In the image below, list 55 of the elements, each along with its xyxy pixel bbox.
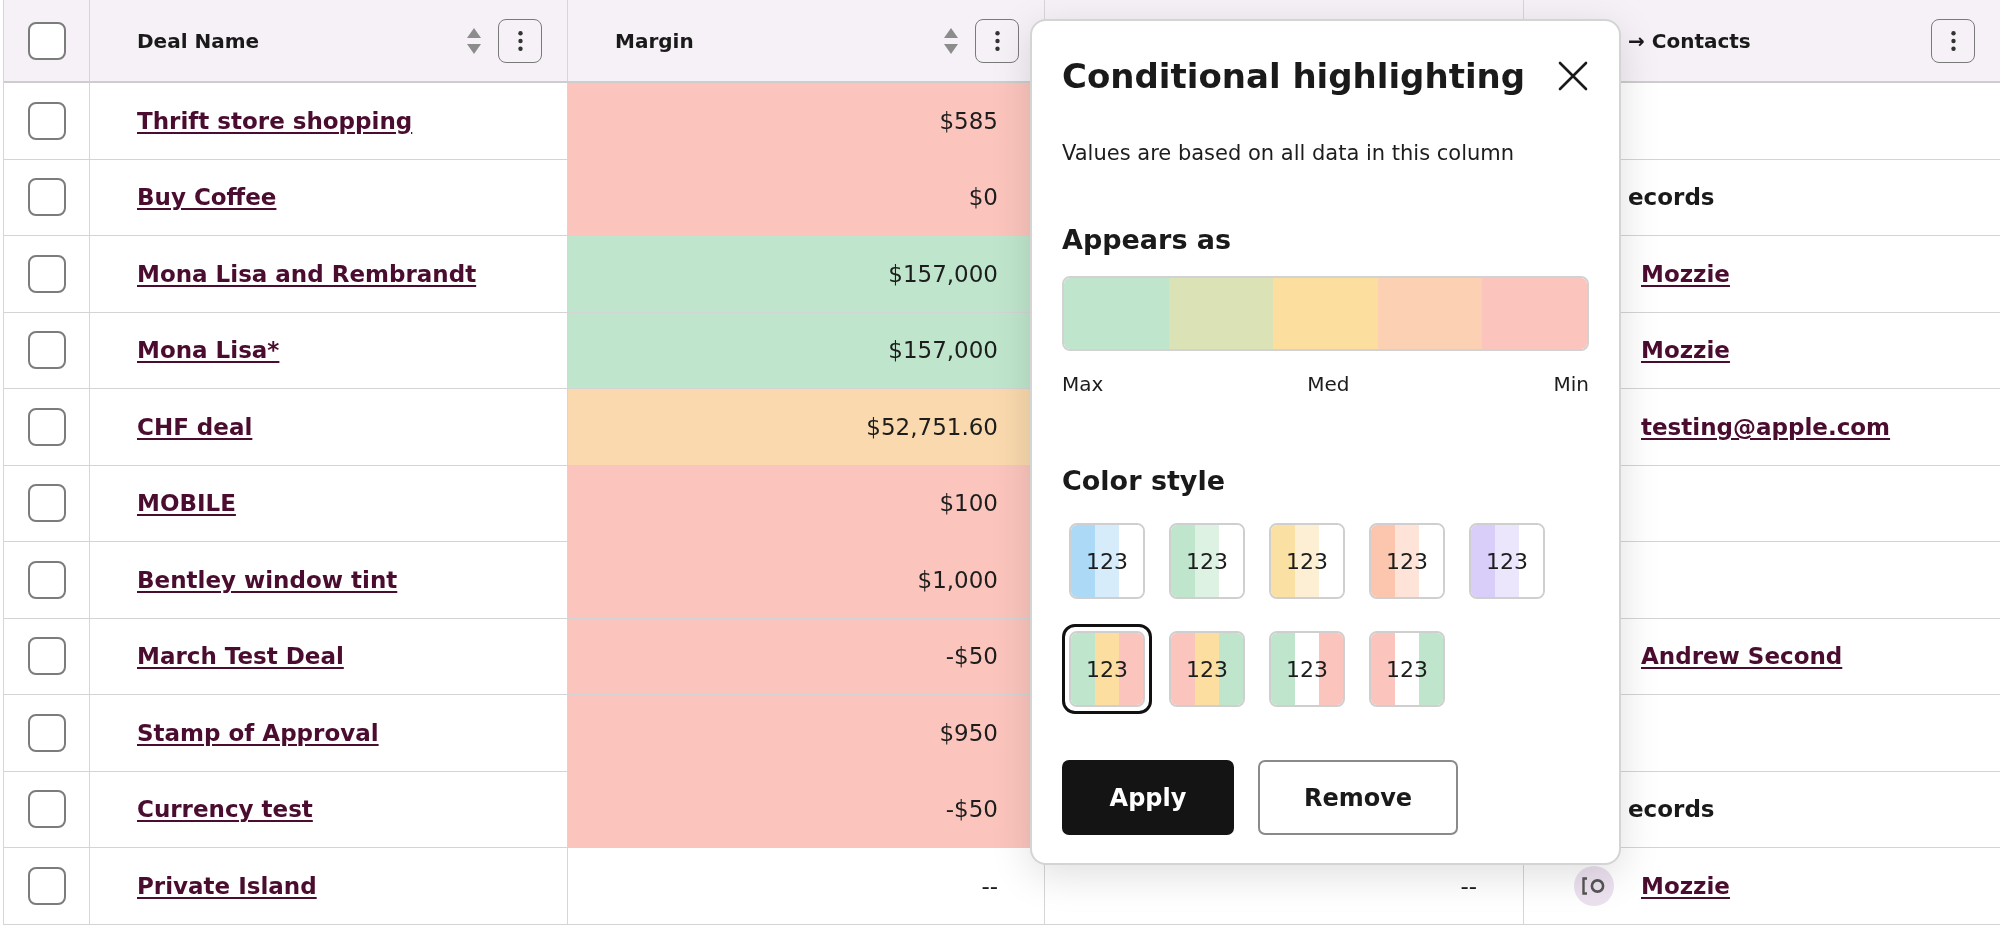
deal-link[interactable]: March Test Deal [137,643,344,670]
vertical-ellipsis-icon [994,30,1000,51]
vertical-ellipsis-icon [1950,30,1956,51]
row-checkbox[interactable] [27,790,66,829]
contact-link[interactable]: Andrew Second [1641,643,1843,670]
contact-link[interactable]: Mozzie [1641,872,1730,899]
row-checkbox[interactable] [27,484,66,523]
scale-label: Min [1553,371,1589,397]
column-menu-button[interactable] [1931,18,1975,63]
row-checkbox[interactable] [27,407,66,446]
scale-label: Med [1307,371,1350,397]
value-text: -- [981,872,998,899]
color-style-option[interactable]: 123 [1062,624,1152,714]
scale-label: Max [1062,371,1104,397]
row-checkbox[interactable] [27,713,66,752]
section-heading: Color style [1062,464,1226,498]
remove-button[interactable]: Remove [1258,760,1458,835]
column-header[interactable]: → Contacts [1628,28,1751,53]
value-text: -- [1460,872,1477,899]
panel-title: Conditional highlighting [1062,56,1526,96]
section-heading: Appears as [1062,223,1232,257]
row-checkbox[interactable] [27,331,66,370]
deal-link[interactable]: Buy Coffee [137,184,277,211]
deal-link[interactable]: Private Island [137,872,317,899]
sort-icon[interactable] [944,27,958,54]
panel-description: Values are based on all data in this column [1062,140,1515,167]
deal-link[interactable]: Stamp of Approval [137,719,379,746]
sort-icon[interactable] [467,27,481,54]
column-header[interactable]: Margin [615,28,694,53]
deal-link[interactable]: Mona Lisa and Rembrandt [137,260,477,287]
contact-text: ecords [1628,796,1715,823]
contact-link[interactable]: Mozzie [1641,260,1730,287]
close-button[interactable] [1558,61,1588,91]
select-all-checkbox[interactable] [27,21,66,60]
column-header[interactable]: Deal Name [137,28,260,53]
row-checkbox[interactable] [27,101,66,140]
column-menu-button[interactable] [975,18,1019,63]
deal-link[interactable]: Currency test [137,796,313,823]
row-checkbox[interactable] [27,178,66,217]
close-icon [1558,61,1588,91]
vertical-ellipsis-icon [517,30,523,51]
row-checkbox[interactable] [27,560,66,599]
row-checkbox[interactable] [27,254,66,293]
contact-link[interactable]: Mozzie [1641,337,1730,364]
deal-link[interactable]: CHF deal [137,413,253,440]
contact-text: ecords [1628,184,1715,211]
deal-link[interactable]: Thrift store shopping [137,107,413,134]
deal-link[interactable]: Mona Lisa* [137,337,280,364]
row-checkbox[interactable] [27,637,66,676]
deal-link[interactable]: MOBILE [137,490,236,517]
column-menu-button[interactable] [498,18,542,63]
apply-button[interactable]: Apply [1062,760,1234,835]
row-checkbox[interactable] [27,866,66,905]
deal-link[interactable]: Bentley window tint [137,566,398,593]
contact-link[interactable]: testing@apple.com [1641,413,1891,440]
